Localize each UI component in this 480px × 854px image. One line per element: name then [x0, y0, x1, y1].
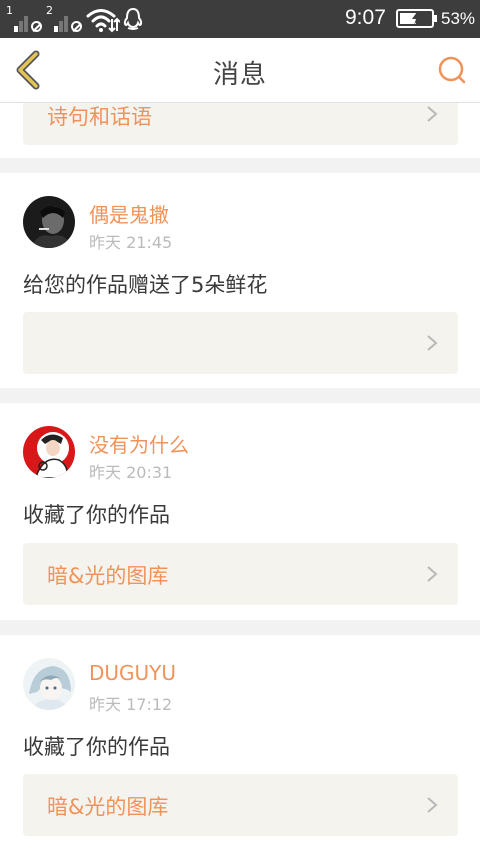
wifi-icon: [86, 9, 120, 33]
message-text: 给您的作品赠送了5朵鲜花: [23, 273, 268, 297]
username[interactable]: 没有为什么: [89, 429, 189, 458]
work-link-label: 暗&光的图库: [47, 564, 169, 588]
avatar[interactable]: [23, 426, 75, 478]
message-text: 收藏了你的作品: [23, 735, 170, 759]
sim2-signal-icon: 2: [46, 4, 82, 32]
page-title: 消息: [212, 60, 267, 90]
status-bar: 1 2 9:07 53%: [0, 0, 480, 38]
chevron-right-icon: [427, 566, 438, 582]
work-link-label: 暗&光的图库: [47, 795, 169, 819]
timestamp: 昨天 21:45: [89, 233, 173, 252]
username[interactable]: DUGUYU: [89, 661, 176, 685]
message-list[interactable]: 诗句和话语 偶是鬼撒 昨天 21:45 给您的作品赠送了5朵鲜花 没有为什么 昨…: [0, 103, 480, 854]
qq-icon: [123, 7, 143, 30]
sim1-label: 1: [6, 4, 13, 17]
work-link[interactable]: 诗句和话语: [23, 103, 458, 145]
no-service-icon: [71, 21, 82, 32]
message-card: 诗句和话语: [0, 103, 480, 158]
search-button[interactable]: [436, 54, 468, 86]
avatar[interactable]: [23, 658, 75, 710]
message-text: 收藏了你的作品: [23, 503, 170, 527]
battery-charging-icon: [396, 9, 437, 28]
message-card: DUGUYU 昨天 17:12 收藏了你的作品 暗&光的图库: [0, 635, 480, 854]
no-service-icon: [31, 21, 42, 32]
work-link[interactable]: 暗&光的图库: [23, 774, 458, 836]
status-time: 9:07: [345, 6, 386, 29]
message-card: 偶是鬼撒 昨天 21:45 给您的作品赠送了5朵鲜花: [0, 173, 480, 388]
work-link-label: 诗句和话语: [47, 105, 152, 129]
avatar[interactable]: [23, 196, 75, 248]
search-icon: [438, 56, 466, 84]
chevron-right-icon: [427, 335, 438, 351]
chevron-right-icon: [427, 106, 438, 122]
timestamp: 昨天 20:31: [89, 463, 173, 482]
app-header: 消息: [0, 38, 480, 103]
sim1-signal-icon: 1: [6, 4, 42, 32]
work-link[interactable]: 暗&光的图库: [23, 543, 458, 605]
timestamp: 昨天 17:12: [89, 695, 173, 714]
screen: 1 2 9:07 53% 消息 诗句和话语 偶是鬼撒 昨天 21:45 给您的作…: [0, 0, 480, 854]
chevron-right-icon: [427, 797, 438, 813]
work-link[interactable]: [23, 312, 458, 374]
sim2-label: 2: [46, 4, 53, 17]
username[interactable]: 偶是鬼撒: [89, 199, 169, 228]
message-card: 没有为什么 昨天 20:31 收藏了你的作品 暗&光的图库: [0, 403, 480, 620]
battery-percent: 53%: [441, 9, 476, 28]
